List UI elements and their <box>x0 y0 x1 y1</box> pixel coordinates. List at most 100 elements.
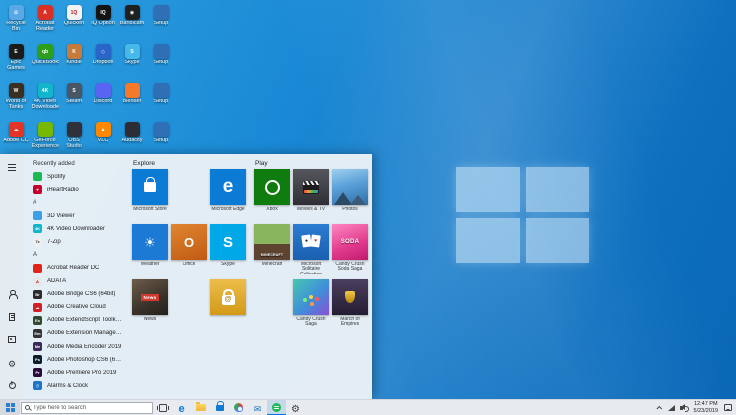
taskbar-search[interactable] <box>21 401 153 414</box>
desktop-icon-blender[interactable]: Blender <box>118 81 146 120</box>
start-button[interactable] <box>0 399 20 415</box>
rail-documents-button[interactable] <box>4 310 20 323</box>
windows-logo-pane <box>525 218 589 263</box>
app-list-header-recently-added[interactable]: Recently added <box>24 157 124 170</box>
adobe-premiere-pro-2019-icon: Pr <box>33 368 42 378</box>
tile-candy-crush-saga[interactable]: Candy Crush Saga <box>293 279 329 331</box>
tile-microsoft-store[interactable]: Microsoft Store <box>132 169 168 221</box>
spotify-icon <box>272 403 281 412</box>
epic-games-icon: E <box>8 44 24 59</box>
tile-lock[interactable]: @ <box>210 279 246 331</box>
desktop-icon-skype[interactable]: S Skype <box>118 42 146 81</box>
app-list-item-adobe-creative-cloud[interactable]: ☁ Adobe Creative Cloud <box>24 301 124 314</box>
app-list-item-adobe-media-encoder-2019[interactable]: Me Adobe Media Encoder 2019 <box>24 340 124 353</box>
desktop-icon-iq-option[interactable]: IQ IQ Option <box>89 3 117 42</box>
app-label: 3D Viewer <box>47 212 75 219</box>
tile-movies-tv[interactable]: Movies & TV <box>293 169 329 221</box>
tray-network-button[interactable] <box>666 400 678 415</box>
rail-pictures-button[interactable] <box>4 333 20 346</box>
tray-action-center-button[interactable] <box>722 400 734 415</box>
tile-group-title[interactable]: Play <box>255 157 368 169</box>
taskbar-edge-button[interactable] <box>172 400 191 415</box>
desktop-icon-label: Quicken <box>63 21 85 26</box>
desktop[interactable]: ♻ Recycle Bin A Acrobat Reader 1Q Quicken IQ IQ… <box>0 0 736 415</box>
tile-minecraft[interactable]: MINECRAFT Minecraft <box>254 224 290 276</box>
app-list-item-alarms-clock[interactable]: ◷ Alarms & Clock <box>24 379 124 392</box>
desktop-icon-kindle[interactable]: K Kindle <box>60 42 88 81</box>
taskbar-task-view-button[interactable] <box>153 400 172 415</box>
tile-march-of-empires[interactable]: March of Empires <box>332 279 368 331</box>
tile-group-title[interactable]: Explore <box>133 157 246 169</box>
app-list-item-7-zip[interactable]: 7z 7-Zip <box>24 235 124 248</box>
tile-office[interactable]: O Office <box>171 224 207 276</box>
taskbar-chrome-button[interactable] <box>229 400 248 415</box>
app-list-item-adata[interactable]: A ADATA <box>24 275 124 288</box>
taskbar-mail-button[interactable] <box>248 400 267 415</box>
desktop-icon-4k-video-downloader[interactable]: 4K 4K Video Downloader <box>31 81 59 120</box>
desktop-icon-dropbox[interactable]: ◇ Dropbox <box>89 42 117 81</box>
tile-photos[interactable]: Photos <box>332 169 368 221</box>
desktop-icon-setup[interactable]: Setup <box>147 42 175 81</box>
desktop-icon-setup[interactable]: Setup <box>147 3 175 42</box>
news-tile: News <box>132 279 168 315</box>
start-app-list: Recently added Spotify ♥ iHeartRadio #3D Vie… <box>24 154 124 399</box>
desktop-icon-steam[interactable]: S Steam <box>60 81 88 120</box>
taskbar-file-explorer-button[interactable] <box>191 400 210 415</box>
taskbar-store-button[interactable] <box>210 400 229 415</box>
desktop-icon-bandicam[interactable]: ◉ Bandicam <box>118 3 146 42</box>
taskbar-clock[interactable]: 12:47 PM 5/23/2019 <box>690 401 722 414</box>
taskbar-settings-button[interactable] <box>286 400 305 415</box>
geforce-experience-icon <box>37 122 53 137</box>
desktop-icon-epic-games[interactable]: E Epic Games <box>2 42 30 81</box>
desktop-icon-quicken[interactable]: 1Q Quicken <box>60 3 88 42</box>
app-list-item-acrobat-reader-dc[interactable]: Acrobat Reader DC <box>24 261 124 274</box>
tray-chevron-up-button[interactable] <box>654 400 666 415</box>
tile-skype[interactable]: S Skype <box>210 224 246 276</box>
4k-video-downloader-icon: 4K <box>33 224 42 234</box>
movies-tile <box>293 169 329 205</box>
skype-icon: S <box>222 233 233 251</box>
desktop-icon-label: Dropbox <box>92 60 114 65</box>
desktop-icon-label: GeForce Experience <box>31 138 59 149</box>
tile-label: Office <box>182 261 196 267</box>
tray-icons <box>654 400 690 415</box>
desktop-icon-label: Discord <box>93 99 113 104</box>
desktop-icon-world-of-tanks[interactable]: W World of Tanks <box>2 81 30 120</box>
tile-weather[interactable]: ☀ Weather <box>132 224 168 276</box>
app-list-item-adobe-premiere-pro-2019[interactable]: Pr Adobe Premiere Pro 2019 <box>24 366 124 379</box>
tile-microsoft-edge[interactable]: e Microsoft Edge <box>210 169 246 221</box>
tile-xbox[interactable]: Xbox <box>254 169 290 221</box>
app-list-item-spotify[interactable]: Spotify <box>24 170 124 183</box>
tray-volume-button[interactable] <box>678 400 690 415</box>
rail-power-button[interactable] <box>4 379 20 392</box>
app-list-item-iheartradio[interactable]: ♥ iHeartRadio <box>24 183 124 196</box>
app-list-item-3d-viewer[interactable]: 3D Viewer <box>24 209 124 222</box>
tile-microsoft-solitaire-collection[interactable]: Microsoft Solitaire Collection <box>293 224 329 276</box>
store-icon <box>144 177 156 192</box>
app-list-header-section[interactable]: # <box>24 196 124 209</box>
tile-news[interactable]: News News <box>132 279 168 331</box>
obs-studio-icon <box>66 122 82 137</box>
app-list-item-4k-video-downloader[interactable]: 4K 4K Video Downloader <box>24 222 124 235</box>
app-list-item-adobe-photoshop-cs6-64-bit[interactable]: Ps Adobe Photoshop CS6 (64 Bit) <box>24 353 124 366</box>
desktop-icon-acrobat-reader[interactable]: A Acrobat Reader <box>31 3 59 42</box>
desktop-icon-discord[interactable]: Discord <box>89 81 117 120</box>
app-list-item-adobe-bridge-cs6-64bit[interactable]: Br Adobe Bridge CS6 (64bit) <box>24 288 124 301</box>
app-list-item-adobe-extendscript-toolkit-cs6[interactable]: Es Adobe ExtendScript Toolkit CS6 <box>24 314 124 327</box>
app-list-header-a[interactable]: A <box>24 248 124 261</box>
app-list-item-adobe-extension-manager-cs6[interactable]: Em Adobe Extension Manager CS6 <box>24 327 124 340</box>
tile-candy-crush-soda-saga[interactable]: SODA Candy Crush Soda Saga <box>332 224 368 276</box>
search-input[interactable] <box>33 404 149 411</box>
setup-icon <box>153 83 169 98</box>
desktop-icon-quickbooks[interactable]: qb QuickBooks <box>31 42 59 81</box>
adobe-media-encoder-2019-icon: Me <box>33 342 42 352</box>
tile-label: Skype <box>221 261 235 267</box>
taskbar-spotify-button[interactable] <box>267 399 286 415</box>
power-icon <box>8 382 16 389</box>
file-explorer-icon <box>195 402 206 411</box>
rail-settings-button[interactable] <box>4 356 20 369</box>
desktop-icon-setup[interactable]: Setup <box>147 81 175 120</box>
rail-user-button[interactable] <box>4 287 20 300</box>
rail-menu-button[interactable] <box>4 161 20 174</box>
desktop-icon-recycle-bin[interactable]: ♻ Recycle Bin <box>2 3 30 42</box>
